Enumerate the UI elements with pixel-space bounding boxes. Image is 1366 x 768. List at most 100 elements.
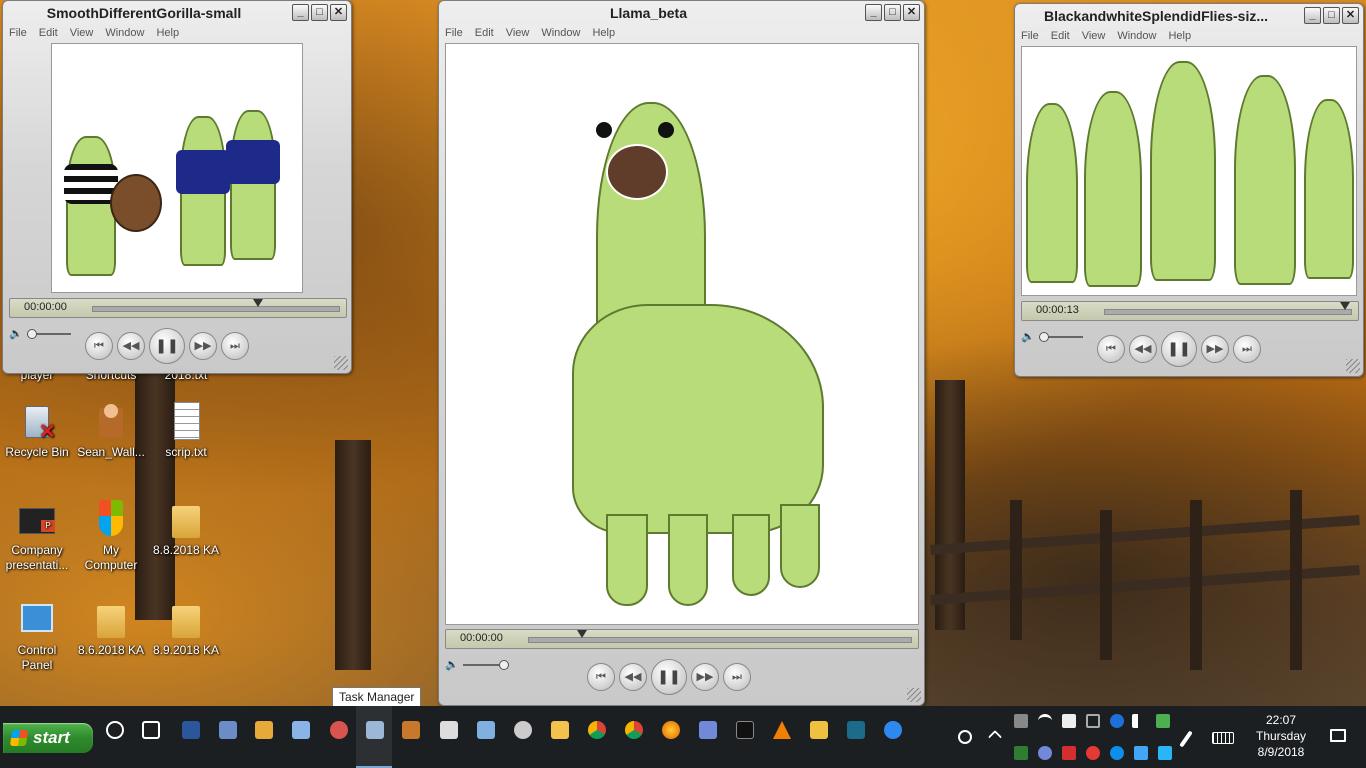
tray-app-icon[interactable] xyxy=(1086,746,1100,760)
volume-slider[interactable] xyxy=(462,659,509,670)
volume-slider[interactable] xyxy=(1038,331,1083,342)
action-center-icon[interactable] xyxy=(1330,729,1346,742)
desktop-icon-recycle-bin[interactable]: ✕ Recycle Bin xyxy=(2,402,72,460)
previous-button[interactable]: ⏮ xyxy=(587,663,615,691)
word-icon[interactable] xyxy=(182,721,200,739)
app2-icon[interactable] xyxy=(810,721,828,739)
chrome2-icon[interactable] xyxy=(625,721,643,739)
fast-forward-button[interactable]: ▶▶ xyxy=(189,332,217,360)
menu-window[interactable]: Window xyxy=(105,25,144,42)
volume-icon[interactable] xyxy=(1132,714,1146,728)
vlc-icon[interactable] xyxy=(773,721,791,739)
menu-view[interactable]: View xyxy=(1082,28,1106,45)
tray-app-icon[interactable] xyxy=(1134,746,1148,760)
close-button[interactable]: ✕ xyxy=(1342,7,1359,24)
resize-grip[interactable] xyxy=(1346,359,1360,373)
window-titlebar[interactable]: BlackandwhiteSplendidFlies-siz... _ □ ✕ xyxy=(1015,4,1363,28)
chrome-icon[interactable] xyxy=(588,721,606,739)
minimize-button[interactable]: _ xyxy=(865,4,882,21)
timeline-bar[interactable]: 00:00:13 xyxy=(1021,301,1359,321)
volume-control[interactable]: 🔈 xyxy=(1021,330,1083,343)
doc-icon[interactable] xyxy=(292,721,310,739)
desktop-icon-folder-8-8[interactable]: 8.8.2018 KA xyxy=(151,500,221,558)
volume-control[interactable]: 🔈 xyxy=(9,327,71,340)
pause-button[interactable]: ❚❚ xyxy=(651,659,687,695)
timeline-bar[interactable]: 00:00:00 xyxy=(445,629,919,649)
notes-icon[interactable] xyxy=(477,721,495,739)
fast-forward-button[interactable]: ▶▶ xyxy=(1201,335,1229,363)
volume-knob[interactable] xyxy=(26,328,37,339)
previous-button[interactable]: ⏮ xyxy=(85,332,113,360)
menu-help[interactable]: Help xyxy=(1168,28,1191,45)
desktop-icon-scrip-txt[interactable]: scrip.txt xyxy=(151,402,221,460)
pen-icon[interactable] xyxy=(1179,730,1193,748)
video-area[interactable] xyxy=(1021,46,1357,296)
desktop-icon-company-presentation[interactable]: P Company presentati... xyxy=(2,500,72,573)
cmd-icon[interactable] xyxy=(736,721,754,739)
video-area[interactable] xyxy=(51,43,303,293)
playhead[interactable] xyxy=(253,299,264,307)
next-button[interactable]: ⏭ xyxy=(1233,335,1261,363)
resize-grip[interactable] xyxy=(907,688,921,702)
next-button[interactable]: ⏭ xyxy=(723,663,751,691)
desktop-icon-control-panel[interactable]: Control Panel xyxy=(2,600,72,673)
shield-icon[interactable] xyxy=(1014,746,1028,760)
lock-icon[interactable] xyxy=(1086,714,1100,728)
close-button[interactable]: ✕ xyxy=(330,4,347,21)
next-button[interactable]: ⏭ xyxy=(221,332,249,360)
start-button[interactable]: start xyxy=(3,723,93,753)
volume-knob[interactable] xyxy=(498,659,509,670)
people-icon[interactable] xyxy=(958,730,972,744)
rewind-button[interactable]: ◀◀ xyxy=(1129,335,1157,363)
keyboard-icon[interactable] xyxy=(1212,732,1234,744)
teamviewer-icon[interactable] xyxy=(1110,746,1124,760)
desktop-icon-folder-8-9[interactable]: 8.9.2018 KA xyxy=(151,600,221,658)
previous-button[interactable]: ⏮ xyxy=(1097,335,1125,363)
maximize-button[interactable]: □ xyxy=(311,4,328,21)
edge-icon[interactable] xyxy=(884,721,902,739)
volume-slider[interactable] xyxy=(26,328,71,339)
task-view-icon[interactable] xyxy=(142,721,160,739)
maximize-button[interactable]: □ xyxy=(884,4,901,21)
menu-view[interactable]: View xyxy=(70,25,94,42)
pause-button[interactable]: ❚❚ xyxy=(1161,331,1197,367)
player-window[interactable]: Llama_beta _ □ ✕ File Edit View Window H… xyxy=(438,0,925,706)
timeline-track[interactable] xyxy=(1104,309,1352,315)
chevron-up-icon[interactable] xyxy=(987,729,1003,745)
video-area[interactable] xyxy=(445,43,919,625)
pause-button[interactable]: ❚❚ xyxy=(149,328,185,364)
rewind-button[interactable]: ◀◀ xyxy=(117,332,145,360)
wifi-icon[interactable] xyxy=(1038,714,1052,728)
calculator-icon[interactable] xyxy=(440,721,458,739)
timeline-track[interactable] xyxy=(92,306,340,312)
fast-forward-button[interactable]: ▶▶ xyxy=(691,663,719,691)
menu-edit[interactable]: Edit xyxy=(39,25,58,42)
window-titlebar[interactable]: SmoothDifferentGorilla-small _ □ ✕ xyxy=(3,1,351,25)
timeline-bar[interactable]: 00:00:00 xyxy=(9,298,347,318)
menu-edit[interactable]: Edit xyxy=(475,25,494,42)
book-icon[interactable] xyxy=(847,721,865,739)
menu-file[interactable]: File xyxy=(9,25,27,42)
menu-help[interactable]: Help xyxy=(592,25,615,42)
desktop-icon-folder-8-6[interactable]: 8.6.2018 KA xyxy=(76,600,146,658)
menu-view[interactable]: View xyxy=(506,25,530,42)
tray-app-icon[interactable] xyxy=(1062,714,1076,728)
volume-knob[interactable] xyxy=(1038,331,1049,342)
discord-tray-icon[interactable] xyxy=(1038,746,1052,760)
discord-icon[interactable] xyxy=(699,721,717,739)
maximize-button[interactable]: □ xyxy=(1323,7,1340,24)
tray-app-icon[interactable] xyxy=(1062,746,1076,760)
rewind-button[interactable]: ◀◀ xyxy=(619,663,647,691)
window-titlebar[interactable]: Llama_beta _ □ ✕ xyxy=(439,1,924,25)
minimize-button[interactable]: _ xyxy=(292,4,309,21)
tray-app-icon[interactable] xyxy=(1014,714,1028,728)
menu-file[interactable]: File xyxy=(1021,28,1039,45)
paint2-icon[interactable] xyxy=(330,721,348,739)
bluetooth-icon[interactable] xyxy=(1110,714,1124,728)
player-window[interactable]: SmoothDifferentGorilla-small _ □ ✕ File … xyxy=(2,0,352,374)
display-icon[interactable] xyxy=(366,721,384,739)
playhead[interactable] xyxy=(576,630,587,638)
app-icon[interactable] xyxy=(219,721,237,739)
paint-icon[interactable] xyxy=(255,721,273,739)
settings-icon[interactable] xyxy=(514,721,532,739)
